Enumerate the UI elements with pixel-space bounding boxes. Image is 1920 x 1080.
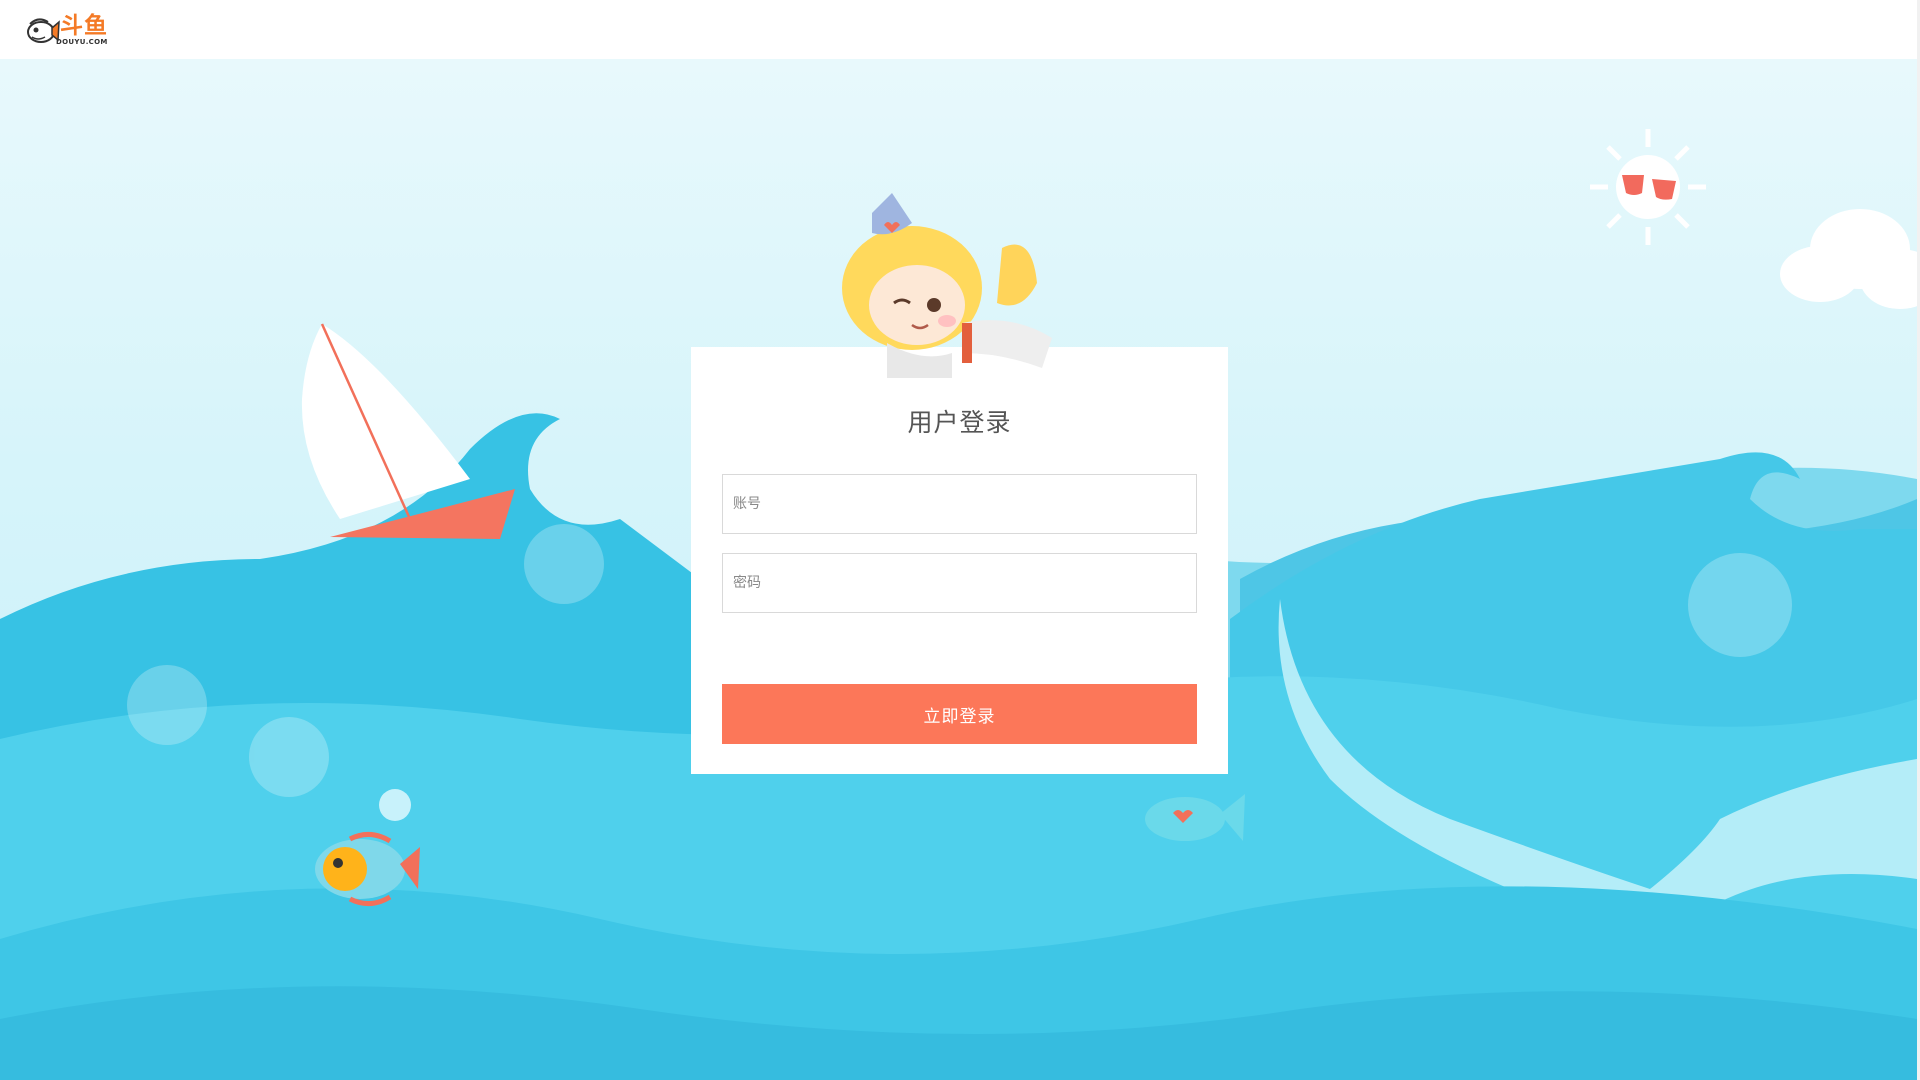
mascot-girl-illustration	[842, 193, 1052, 378]
logo-text-cn: 斗鱼	[60, 13, 108, 39]
account-input[interactable]	[722, 474, 1197, 534]
logo-text-en: DOUYU.COM	[56, 38, 108, 46]
sun-with-sunglasses-icon	[1590, 129, 1706, 245]
login-page: 斗鱼 DOUYU.COM 用户登录 账号 立即登录	[0, 0, 1920, 1080]
cloud	[1780, 209, 1917, 309]
login-card: 用户登录 立即登录	[691, 347, 1228, 774]
login-title: 用户登录	[907, 408, 1012, 437]
login-button[interactable]: 立即登录	[722, 684, 1197, 744]
site-logo[interactable]: 斗鱼 DOUYU.COM	[26, 12, 116, 48]
password-input[interactable]	[722, 553, 1197, 613]
small-bubble	[379, 789, 411, 821]
fish-mascot-icon	[27, 18, 60, 43]
top-header: 斗鱼 DOUYU.COM	[0, 0, 1917, 59]
